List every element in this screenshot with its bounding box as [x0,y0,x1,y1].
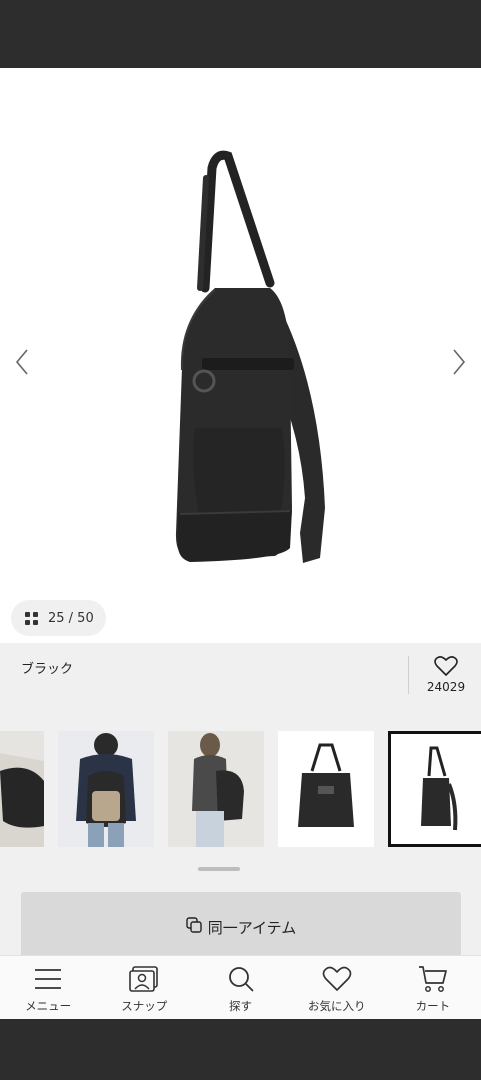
cart-icon [418,966,447,992]
thumbnail[interactable] [168,731,264,847]
favorite-button[interactable]: 24029 [420,655,472,694]
nav-search-label: 探す [229,999,252,1013]
product-info-panel: ブラック 24029 同一アイテム [0,643,481,955]
thumbnail[interactable] [0,731,44,847]
status-bar [0,0,481,68]
nav-search[interactable]: 探す [192,956,288,1019]
nav-cart-label: カート [415,999,451,1013]
nav-favorites[interactable]: お気に入り [289,956,385,1019]
menu-icon [35,969,62,989]
thumbnail-image [391,734,481,844]
next-image-button[interactable] [445,346,473,378]
thumbnail-strip[interactable] [0,731,481,847]
thumbnail-image [278,731,374,847]
thumbnail-selected[interactable] [388,731,481,847]
nav-menu-label: メニュー [25,999,72,1013]
snap-icon [129,966,159,992]
bottom-navigation: メニュー スナップ 探す お気に入り カート [0,955,481,1019]
same-item-button[interactable]: 同一アイテム [21,892,461,955]
favorite-count: 24029 [426,680,466,694]
nav-snap[interactable]: スナップ [96,956,192,1019]
divider [408,656,409,694]
product-main-image [175,150,325,563]
search-icon [228,967,254,992]
heart-icon [434,656,458,676]
thumbnail-image [168,731,264,847]
heart-icon [322,966,352,991]
same-item-label: 同一アイテム [207,919,297,937]
nav-menu[interactable]: メニュー [0,956,96,1019]
previous-image-button[interactable] [8,346,36,378]
thumbnail[interactable] [58,731,154,847]
thumbnail[interactable] [278,731,374,847]
nav-cart[interactable]: カート [385,956,481,1019]
chevron-left-icon [15,349,28,375]
image-counter: 25 / 50 [48,610,94,626]
drag-handle[interactable] [198,867,240,871]
thumbnail-image [58,731,154,847]
product-image-gallery[interactable]: 25 / 50 [0,68,481,643]
nav-snap-label: スナップ [121,999,168,1013]
system-navigation-bar [0,1019,481,1080]
copy-icon [186,917,202,933]
chevron-right-icon [453,349,466,375]
grid-icon [25,611,38,625]
color-label: ブラック [21,662,74,677]
image-counter-button[interactable]: 25 / 50 [11,600,106,636]
nav-favorites-label: お気に入り [307,999,366,1013]
thumbnail-image [0,731,44,847]
